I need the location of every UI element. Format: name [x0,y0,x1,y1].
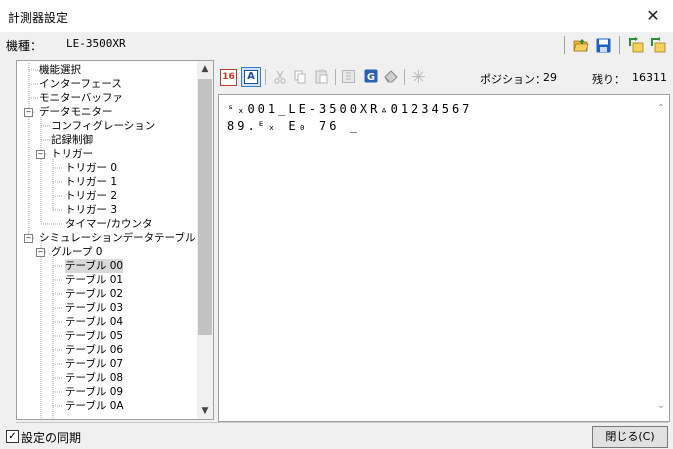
save-icon[interactable] [594,36,612,54]
erase-icon[interactable] [383,69,399,83]
top-toolbar [561,34,667,56]
scroll-up-icon[interactable]: ▲ [197,61,213,77]
folder-open-icon[interactable] [572,36,590,54]
tree-item-table-03[interactable]: テーブル 03 [65,301,123,315]
tree-item-table-00[interactable]: テーブル 00 [65,259,124,273]
toolbar-separator [619,36,620,54]
tree-item-table-01[interactable]: テーブル 01 [65,273,123,287]
tree-item-table-09[interactable]: テーブル 09 [65,385,123,399]
tree-item-simulation-data-table[interactable]: シミュレーションデータテーブル [39,231,195,245]
tree-item-function-select[interactable]: 機能選択 [39,63,81,77]
tree-item-table-06[interactable]: テーブル 06 [65,343,123,357]
position-label: ポジション： [480,73,546,86]
editor-toolbar: 16 A G ポジション： 29 残り： 16311 [218,66,668,90]
ascii-mode-icon[interactable]: A [244,70,258,84]
toolbar-separator [564,36,565,54]
tree-item-monitor-buffer[interactable]: モニターバッファ [39,91,123,105]
tree-item-timer-counter[interactable]: タイマー/カウンタ [65,217,153,231]
editor-scroll-up-icon[interactable]: ⌃ [657,103,665,114]
tree-item-table-08[interactable]: テーブル 08 [65,371,123,385]
tree-item-interface[interactable]: インターフェース [39,77,122,91]
tree-item-table-04[interactable]: テーブル 04 [65,315,123,329]
scroll-down-icon[interactable]: ▼ [197,403,213,419]
editor-line-1: ˢₓ001_LE-3500XR▵01234567 [227,102,473,116]
g-badge-icon[interactable]: G [364,69,378,83]
export-icon[interactable] [627,36,645,54]
tree-item-table-02[interactable]: テーブル 02 [65,287,123,301]
model-label: 機種： [6,39,43,53]
editor-line-2: 89.ᴱₓ E₀ 76 _ [227,119,360,133]
hex-mode-icon[interactable]: 16 [220,69,237,86]
tree-item-data-monitor[interactable]: データモニター [39,105,113,119]
copy-icon[interactable] [294,70,307,84]
data-editor[interactable]: ˢₓ001_LE-3500XR▵01234567 89.ᴱₓ E₀ 76 _ ⌃… [218,94,670,422]
sparkle-icon[interactable] [412,70,425,83]
tree-item-group-0[interactable]: グループ 0 [51,245,102,259]
expander-trigger[interactable]: − [36,150,45,159]
expander-data-monitor[interactable]: − [24,108,33,117]
tree-item-trigger-0[interactable]: トリガー 0 [65,161,117,175]
tree-item-record-control[interactable]: 記録制御 [51,133,93,147]
remaining-value: 16311 [632,71,667,84]
import-icon[interactable] [649,36,667,54]
window-title: 計測器設定 [8,11,69,25]
close-icon[interactable]: ✕ [641,4,665,28]
sync-settings-label[interactable]: 設定の同期 [21,429,81,446]
toolbar-separator [404,69,405,85]
tree-item-trigger-3[interactable]: トリガー 3 [65,203,117,217]
position-value: 29 [543,71,557,84]
tree-item-table-0a[interactable]: テーブル 0A [65,399,124,413]
footer-divider [16,422,668,423]
paste-icon[interactable] [315,69,328,84]
grid-icon[interactable] [342,70,355,83]
expander-simulation-table[interactable]: − [24,234,33,243]
remaining-label: 残り： [592,73,625,86]
toolbar-separator [335,69,336,85]
tree-item-table-07[interactable]: テーブル 07 [65,357,123,371]
close-button[interactable]: 閉じる(C) [592,426,668,448]
toolbar-separator [265,69,266,85]
sync-settings-checkbox[interactable]: ✓ [6,430,19,443]
tree-item-configuration[interactable]: コンフィグレーション [51,119,155,133]
tree-item-trigger-2[interactable]: トリガー 2 [65,189,117,203]
tree-item-table-05[interactable]: テーブル 05 [65,329,123,343]
cut-icon[interactable] [274,70,286,84]
model-value: LE-3500XR [66,37,126,50]
tree-scrollbar[interactable]: ▲ ▼ [197,61,213,419]
expander-group-0[interactable]: − [36,248,45,257]
tree-item-trigger[interactable]: トリガー [51,147,93,161]
svg-text:G: G [367,72,375,83]
title-bar: 計測器設定 ✕ [0,0,673,32]
settings-tree[interactable]: 機能選択 インターフェース モニターバッファ − データモニター コンフィグレー… [16,60,214,420]
tree-scroll-thumb[interactable] [198,79,212,335]
editor-scroll-down-icon[interactable]: ⌄ [657,400,665,411]
tree-item-trigger-1[interactable]: トリガー 1 [65,175,117,189]
